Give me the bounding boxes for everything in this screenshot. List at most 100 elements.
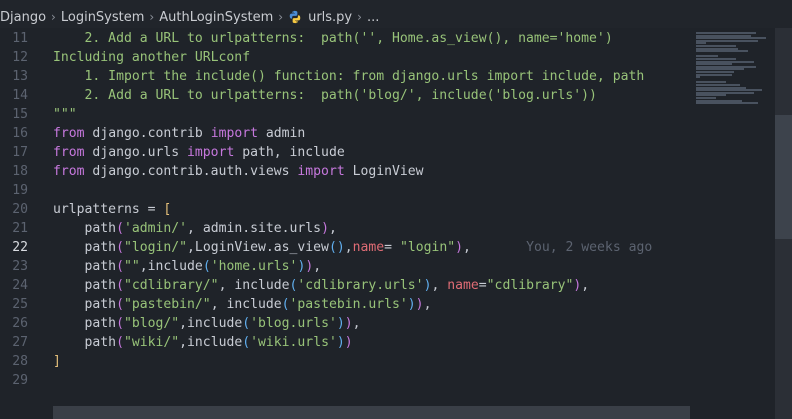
code-token: django.contrib.auth.views (84, 164, 298, 179)
code-token: path (53, 221, 117, 236)
code-token: "wiki/" (123, 335, 180, 350)
code-token: 2. Add a URL to urlpatterns: path('', Ho… (53, 31, 613, 46)
code-token: ( (116, 335, 124, 350)
code-text: Including another URLconf (53, 48, 250, 67)
chevron-right-icon: › (278, 10, 284, 24)
code-line[interactable]: 23 path("",include('home.urls')), (0, 257, 690, 276)
code-token: "blog/" (123, 316, 180, 331)
code-token: ,include (179, 335, 243, 350)
code-editor[interactable]: 11 2. Add a URL to urlpatterns: path('',… (0, 28, 690, 419)
code-line[interactable]: 13 1. Import the include() function: fro… (0, 67, 690, 86)
code-token: "cdlibrary/" (123, 278, 219, 293)
code-token: "pastebin/" (123, 297, 211, 312)
code-token: , (431, 278, 448, 293)
line-number: 25 (12, 297, 28, 312)
code-token: ,LoginView.as_view (187, 240, 329, 255)
code-token: ( (202, 259, 211, 274)
code-token: path (53, 297, 117, 312)
code-token: ( (116, 316, 124, 331)
code-token: "cdlibrary" (486, 278, 574, 293)
code-line[interactable]: 20 urlpatterns = [ (0, 200, 690, 219)
chevron-right-icon: › (149, 10, 155, 24)
line-number: 14 (12, 88, 28, 103)
code-text: 2. Add a URL to urlpatterns: path('', Ho… (53, 29, 613, 48)
code-line[interactable]: 11 2. Add a URL to urlpatterns: path('',… (0, 29, 690, 48)
code-text: path("wiki/",include('wiki.urls')) (53, 333, 353, 352)
code-line[interactable]: 16 from django.contrib import admin (0, 124, 690, 143)
code-token: 'wiki.urls' (250, 335, 337, 350)
code-token: ( (116, 259, 124, 274)
code-token: , (313, 259, 322, 274)
code-token: from (53, 164, 85, 179)
code-line[interactable]: 26 path("blog/",include('blog.urls')), (0, 314, 690, 333)
code-token: , (463, 240, 471, 255)
code-token: , (581, 278, 590, 293)
line-number: 19 (12, 183, 28, 198)
breadcrumb-item-loginsystem[interactable]: LoginSystem (61, 10, 145, 25)
python-icon (289, 10, 301, 24)
horizontal-scrollbar[interactable] (53, 406, 690, 419)
code-line[interactable]: 25 path("pastebin/", include('pastebin.u… (0, 295, 690, 314)
code-line[interactable]: 17 from django.urls import path, include (0, 143, 690, 162)
code-text: from django.contrib.auth.views import Lo… (53, 162, 424, 181)
line-number: 24 (12, 278, 28, 293)
line-number: 17 (12, 145, 28, 160)
code-line[interactable]: 18 from django.contrib.auth.views import … (0, 162, 690, 181)
code-token: Including another URLconf (53, 50, 251, 65)
code-text: path('admin/', admin.site.urls), (53, 219, 337, 238)
code-text: urlpatterns = [ (53, 200, 171, 219)
code-token: , admin.site.urls (187, 221, 322, 236)
code-text: from django.contrib import admin (53, 124, 305, 143)
line-number: 29 (12, 373, 28, 388)
line-number: 28 (12, 354, 28, 369)
code-line[interactable]: 24 path("cdlibrary/", include('cdlibrary… (0, 276, 690, 295)
breadcrumb-item-authloginsystem[interactable]: AuthLoginSystem (159, 10, 273, 25)
line-number: 22 (12, 240, 28, 255)
code-token: , (344, 240, 353, 255)
code-line[interactable]: 19 (0, 181, 690, 200)
code-token: , include (210, 297, 282, 312)
code-line[interactable]: 29 (0, 371, 690, 390)
code-line[interactable]: 27 path("wiki/",include('wiki.urls')) (0, 333, 690, 352)
code-token: import (187, 145, 235, 160)
code-token: ( (116, 278, 124, 293)
code-token: from (53, 145, 85, 160)
code-token: = (478, 278, 487, 293)
code-line[interactable]: 15 """ (0, 105, 690, 124)
code-token: , (328, 221, 337, 236)
breadcrumb-item-django[interactable]: Django (0, 10, 46, 25)
code-text: path("pastebin/", include('pastebin.urls… (53, 295, 432, 314)
code-text: path("",include('home.urls')), (53, 257, 322, 276)
breadcrumb-item-symbol[interactable]: ... (367, 10, 379, 25)
code-token: , (423, 297, 432, 312)
code-line[interactable]: 28] (0, 352, 690, 371)
code-text: """ (53, 105, 77, 124)
code-token: urlpatterns = (53, 202, 164, 217)
line-number: 16 (12, 126, 28, 141)
code-line[interactable]: 22 path("login/",LoginView.as_view(),nam… (0, 238, 690, 257)
code-line[interactable]: 14 2. Add a URL to urlpatterns: path('bl… (0, 86, 690, 105)
code-text: path("login/",LoginView.as_view(),name= … (53, 238, 653, 257)
code-token: import (210, 126, 258, 141)
code-text: 1. Import the include() function: from d… (53, 67, 645, 86)
code-token: ) (455, 240, 464, 255)
line-number: 20 (12, 202, 28, 217)
code-token: ) (336, 335, 345, 350)
code-token: ) (407, 297, 416, 312)
git-blame-annotation: You, 2 weeks ago (470, 240, 653, 255)
code-token: 'cdlibrary.urls' (297, 278, 424, 293)
line-number: 27 (12, 335, 28, 350)
code-token: [ (163, 202, 172, 217)
code-line[interactable]: 12 Including another URLconf (0, 48, 690, 67)
code-line[interactable]: 21 path('admin/', admin.site.urls), (0, 219, 690, 238)
code-token: ) (344, 335, 353, 350)
code-token: django.contrib (84, 126, 211, 141)
code-token: ) (321, 221, 329, 236)
code-token: name (447, 278, 479, 293)
breadcrumb-item-file[interactable]: urls.py (308, 10, 352, 25)
code-text: from django.urls import path, include (53, 143, 345, 162)
minimap[interactable] (690, 28, 775, 419)
vertical-scrollbar-thumb[interactable] (775, 115, 792, 239)
code-token: "login" (399, 240, 456, 255)
code-token: path (53, 316, 117, 331)
